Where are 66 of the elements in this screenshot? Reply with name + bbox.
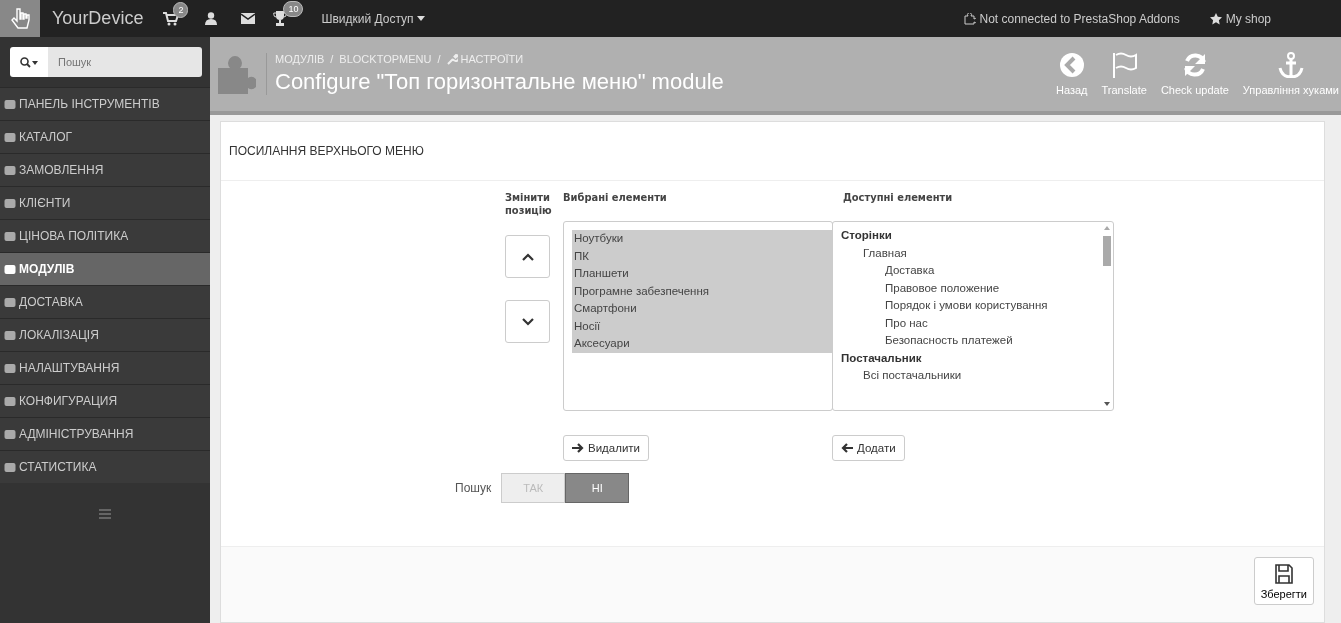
sidebar-item[interactable]: КОНФИГУРАЦИЯ	[0, 384, 210, 417]
sidebar-item[interactable]: ДОСТАВКА	[0, 285, 210, 318]
available-list[interactable]: Сторінки Главная Доставка Правовое положение Порядок і умови користування Про нас Безопасность платежей Постачальник Всі постачальники	[832, 221, 1114, 411]
star-icon	[1209, 12, 1222, 25]
list-option[interactable]: Сторінки	[833, 227, 1101, 245]
scrollbar-thumb[interactable]	[1103, 236, 1111, 266]
list-label: Доступні елементи	[843, 191, 954, 206]
notification-badge: 10	[283, 1, 304, 17]
sidebar-item[interactable]: ЦІНОВА ПОЛІТИКА	[0, 219, 210, 252]
anchor-icon	[1277, 52, 1304, 78]
user-icon[interactable]	[205, 12, 218, 25]
notification-badge: 2	[173, 1, 189, 18]
scroll-down-icon[interactable]	[1104, 402, 1110, 406]
chevron-up-icon	[521, 252, 534, 261]
sidebar-item[interactable]: АДМІНІСТРУВАННЯ	[0, 417, 210, 450]
quick-access-menu[interactable]: Швидкий Доступ	[315, 10, 431, 27]
trophy-icon[interactable]	[273, 11, 288, 26]
sidebar-item[interactable]: НАЛАШТУВАННЯ	[0, 351, 210, 384]
list-option[interactable]: Ноутбуки	[572, 230, 832, 248]
list-option[interactable]: Доставка	[833, 262, 1101, 280]
envelope-icon[interactable]	[241, 13, 256, 24]
sidebar-item[interactable]: ЗАМОВЛЕННЯ	[0, 153, 210, 186]
list-option[interactable]: Планшети	[572, 265, 832, 283]
back-icon	[1058, 52, 1085, 78]
panel-title: ПОСИЛАННЯ ВЕРХНЬОГО МЕНЮ	[221, 122, 1324, 181]
list-option[interactable]: Постачальник	[833, 349, 1101, 367]
sidebar-item[interactable]: МОДУЛІВ	[0, 252, 210, 285]
list-option[interactable]: Смартфони	[572, 300, 832, 318]
toggle-option[interactable]: НІ	[565, 473, 630, 503]
arrow-right-icon	[572, 443, 584, 453]
flag-icon	[1111, 52, 1138, 78]
breadcrumb-separator: /	[330, 53, 334, 65]
list-option[interactable]: Порядок і умови користування	[833, 297, 1101, 315]
list-option[interactable]: Правовое положение	[833, 279, 1101, 297]
add-button[interactable]: Додати	[832, 435, 905, 461]
cart-icon[interactable]	[163, 11, 180, 26]
selected-list[interactable]: Ноутбуки ПК Планшети Програмне забезпечення Смартфони Носії Аксесуари	[563, 221, 833, 411]
list-label: Вибрані елементи	[563, 191, 668, 206]
list-option[interactable]: Про нас	[833, 314, 1101, 332]
page-title: Configure "Топ горизонтальне меню" module	[275, 69, 724, 95]
list-option[interactable]: Безопасность платежей	[833, 332, 1101, 350]
sidebar-item[interactable]: СТАТИСТИКА	[0, 450, 210, 483]
brand-name[interactable]: YourDevice	[52, 8, 144, 29]
refresh-icon	[1181, 52, 1208, 78]
hand-icon[interactable]	[0, 0, 40, 37]
breadcrumb-separator: /	[437, 53, 441, 65]
remove-button[interactable]: Видалити	[563, 435, 650, 461]
search-label: Пошук	[455, 481, 492, 495]
arrow-left-icon	[841, 443, 853, 453]
search-icon[interactable]	[10, 47, 48, 77]
list-option[interactable]: Главная	[833, 244, 1101, 262]
save-button[interactable]: Зберегти	[1253, 557, 1314, 605]
addons-status-link[interactable]: Not connected to PrestaShop Addons	[963, 11, 1180, 26]
menu-icon[interactable]	[99, 509, 111, 519]
sidebar-item[interactable]: ПАНЕЛЬ ІНСТРУМЕНТІВ	[0, 87, 210, 120]
caret-icon	[416, 16, 425, 21]
list-option[interactable]: Аксесуари	[572, 335, 832, 353]
sidebar-item[interactable]: КЛІЄНТИ	[0, 186, 210, 219]
my-shop-link[interactable]: My shop	[1209, 11, 1271, 26]
scroll-up-icon[interactable]	[1104, 226, 1110, 230]
search-field[interactable]: Пошук	[48, 47, 202, 77]
sidebar-item[interactable]: ЛОКАЛІЗАЦІЯ	[0, 318, 210, 351]
position-label: Змінити позицію	[505, 191, 551, 219]
list-option[interactable]: Всі постачальники	[833, 367, 1101, 385]
chevron-down-icon	[521, 317, 534, 326]
sidebar-item[interactable]: КАТАЛОГ	[0, 120, 210, 153]
